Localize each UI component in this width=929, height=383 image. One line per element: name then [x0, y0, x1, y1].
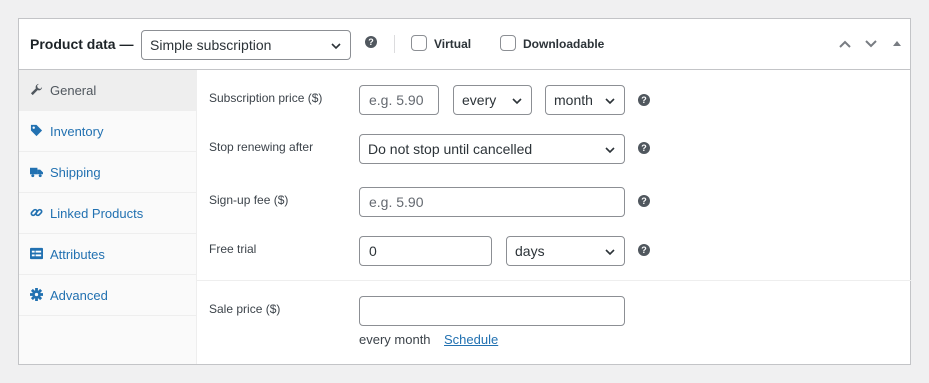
- downloadable-checkbox[interactable]: [500, 35, 516, 51]
- help-icon[interactable]: ?: [638, 244, 650, 256]
- tab-general[interactable]: General: [19, 70, 197, 111]
- product-type-value: Simple subscription: [150, 37, 272, 53]
- tab-shipping[interactable]: Shipping: [19, 152, 197, 193]
- product-type-select[interactable]: Simple subscription: [141, 30, 351, 60]
- gear-icon: [30, 288, 43, 301]
- billing-period-value: month: [554, 92, 593, 108]
- billing-interval-select[interactable]: every: [453, 85, 532, 115]
- signup-fee-label: Sign-up fee ($): [209, 193, 289, 207]
- help-icon[interactable]: ?: [638, 94, 650, 106]
- sale-price-input[interactable]: [359, 296, 625, 326]
- collapse-toggle-icon[interactable]: [892, 39, 902, 49]
- sale-price-period-note: every month: [359, 332, 431, 347]
- truck-icon: [30, 167, 43, 178]
- tag-icon: [30, 124, 43, 137]
- chevron-down-icon: [605, 98, 615, 105]
- tab-inventory-label: Inventory: [50, 124, 104, 139]
- free-trial-unit-value: days: [515, 243, 545, 259]
- virtual-label[interactable]: Virtual: [434, 37, 471, 51]
- general-panel: Subscription price ($) e.g. 5.90 every m…: [197, 70, 911, 364]
- billing-interval-value: every: [462, 92, 497, 108]
- stop-renewing-label: Stop renewing after: [209, 140, 314, 154]
- chevron-down-icon[interactable]: [864, 37, 878, 51]
- schedule-link[interactable]: Schedule: [444, 332, 498, 347]
- billing-period-select[interactable]: month: [545, 85, 625, 115]
- tab-attributes[interactable]: Attributes: [19, 234, 197, 275]
- tab-linked-products[interactable]: Linked Products: [19, 193, 197, 234]
- tab-attributes-label: Attributes: [50, 247, 105, 262]
- product-data-panel: Product data — Simple subscription ? Vir…: [18, 18, 911, 365]
- free-trial-value: 0: [369, 243, 377, 259]
- chevron-down-icon: [605, 147, 615, 154]
- list-icon: [30, 247, 43, 260]
- signup-fee-placeholder: e.g. 5.90: [369, 194, 424, 210]
- signup-fee-input[interactable]: e.g. 5.90: [359, 187, 625, 217]
- chevron-up-icon[interactable]: [838, 37, 852, 51]
- header-divider: [394, 35, 395, 53]
- help-icon[interactable]: ?: [638, 195, 650, 207]
- panel-title: Product data —: [30, 36, 134, 52]
- product-data-tabs: General Inventory Shipping Linked Produc…: [19, 70, 197, 364]
- section-divider: [197, 280, 911, 281]
- subscription-price-input[interactable]: e.g. 5.90: [359, 85, 439, 115]
- chevron-down-icon: [331, 43, 341, 50]
- sale-price-label: Sale price ($): [209, 302, 281, 316]
- tab-shipping-label: Shipping: [50, 165, 101, 180]
- subscription-price-label: Subscription price ($): [209, 91, 323, 105]
- chevron-down-icon: [605, 249, 615, 256]
- free-trial-label: Free trial: [209, 242, 257, 256]
- free-trial-unit-select[interactable]: days: [506, 236, 625, 266]
- tab-general-label: General: [50, 83, 97, 98]
- help-icon[interactable]: ?: [365, 36, 377, 48]
- tab-advanced[interactable]: Advanced: [19, 275, 197, 316]
- tab-linked-products-label: Linked Products: [50, 206, 144, 221]
- help-icon[interactable]: ?: [638, 142, 650, 154]
- virtual-checkbox[interactable]: [411, 35, 427, 51]
- wrench-icon: [30, 83, 43, 96]
- stop-renewing-select[interactable]: Do not stop until cancelled: [359, 134, 625, 164]
- stop-renewing-value: Do not stop until cancelled: [368, 141, 533, 157]
- link-icon: [30, 208, 43, 217]
- subscription-price-placeholder: e.g. 5.90: [369, 92, 424, 108]
- tab-inventory[interactable]: Inventory: [19, 111, 197, 152]
- tab-advanced-label: Advanced: [50, 288, 108, 303]
- downloadable-label[interactable]: Downloadable: [523, 37, 604, 51]
- panel-header: Product data — Simple subscription ? Vir…: [19, 19, 910, 70]
- free-trial-input[interactable]: 0: [359, 236, 492, 266]
- chevron-down-icon: [512, 98, 522, 105]
